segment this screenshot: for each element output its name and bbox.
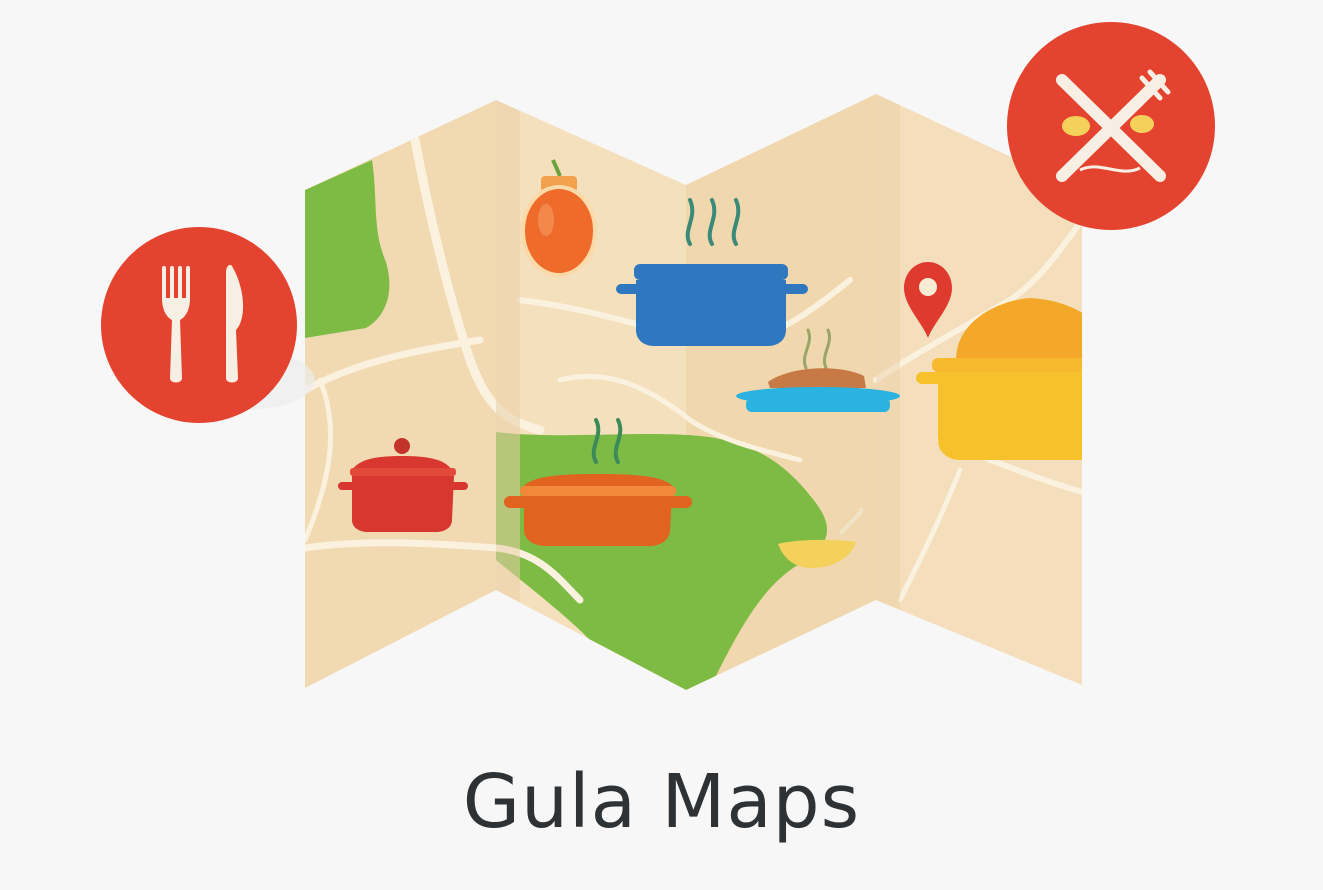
fork-knife-icon: [101, 227, 315, 423]
app-title: Gula Maps: [462, 759, 861, 845]
park-area-bottom: [496, 432, 827, 690]
crossed-utensils-icon: [1007, 22, 1215, 230]
logo-illustration: [101, 22, 1215, 690]
